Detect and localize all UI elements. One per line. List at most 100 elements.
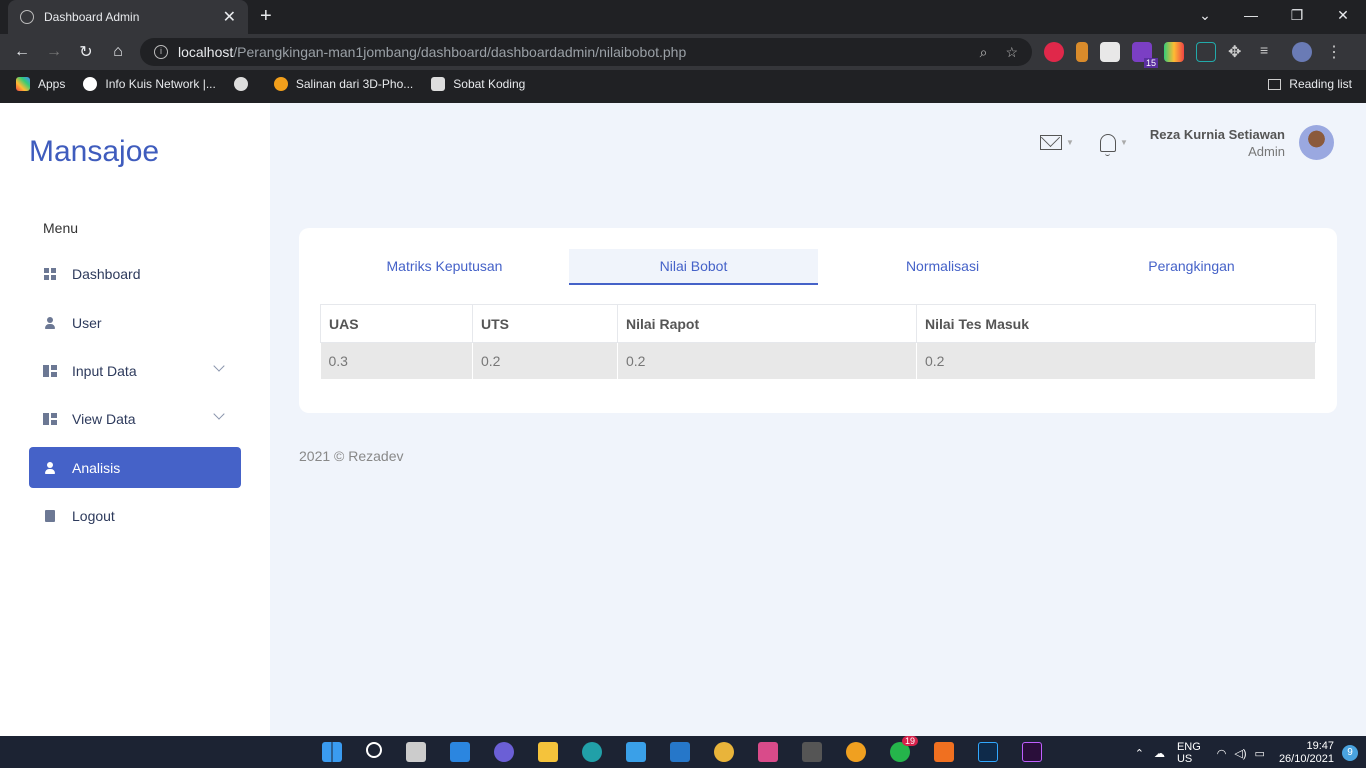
table-cell: 0.3	[320, 342, 473, 379]
wordpress-icon	[83, 77, 98, 91]
table-cell: 0.2	[472, 342, 618, 379]
extension-icon[interactable]	[1100, 42, 1120, 62]
url-path: /Perangkingan-man1jombang/dashboard/dash…	[233, 44, 687, 60]
taskbar-apps: 19	[322, 736, 1042, 762]
column-header: UAS	[320, 304, 473, 343]
brand-logo[interactable]: Mansajoe	[29, 135, 159, 169]
weights-table: UAS UTS Nilai Rapot Nilai Tes Masuk 0.3 …	[320, 304, 1316, 379]
search-icon[interactable]	[366, 742, 382, 758]
reading-list[interactable]: Reading list	[1268, 77, 1352, 91]
avatar[interactable]	[1299, 125, 1334, 160]
extension-icon[interactable]	[1076, 42, 1088, 62]
mail-icon[interactable]	[1040, 135, 1063, 150]
vscode-icon[interactable]	[670, 742, 690, 762]
globe-icon	[233, 77, 248, 91]
tab-matriks-keputusan[interactable]: Matriks Keputusan	[320, 249, 569, 285]
chrome-icon[interactable]	[714, 742, 734, 762]
grid-icon	[43, 267, 57, 281]
tab-nilai-bobot[interactable]: Nilai Bobot	[569, 249, 818, 285]
sidebar-item-user[interactable]: User	[29, 302, 241, 343]
bookmark-info-kuis[interactable]: Info Kuis Network |...	[83, 77, 216, 91]
chat-icon[interactable]	[494, 742, 514, 762]
file-explorer-icon[interactable]	[538, 742, 558, 762]
wifi-icon[interactable]: ◠	[1217, 747, 1227, 760]
window-controls: ⌄ — ❐ ✕	[1182, 0, 1366, 30]
clock[interactable]: 19:47 26/10/2021	[1279, 740, 1334, 766]
chevron-down-icon[interactable]: ▼	[1120, 138, 1128, 147]
xampp-icon[interactable]	[934, 742, 954, 762]
user-name: Reza Kurnia Setiawan	[1149, 126, 1285, 142]
browser-toolbar: ← → ↻ ⌂ i localhost/Perangkingan-man1jom…	[0, 34, 1366, 70]
dashboard-icon	[43, 364, 57, 378]
sidebar-item-input-data[interactable]: Input Data	[29, 350, 241, 391]
new-tab-button[interactable]: +	[260, 5, 272, 28]
store-icon[interactable]	[626, 742, 646, 762]
chevron-down-icon[interactable]: ▼	[1066, 138, 1074, 147]
media-icon[interactable]: ≡	[1260, 42, 1280, 62]
profile-avatar[interactable]	[1292, 42, 1312, 62]
browser-tab[interactable]: Dashboard Admin ✕	[8, 0, 248, 34]
bell-icon[interactable]	[1099, 133, 1116, 156]
back-button[interactable]: ←	[6, 43, 38, 61]
sidebar-item-label: Logout	[72, 507, 115, 524]
notification-badge[interactable]: 9	[1342, 745, 1358, 761]
sidebar-item-logout[interactable]: Logout	[29, 495, 241, 536]
whatsapp-icon[interactable]: 19	[890, 736, 918, 762]
sidebar: Mansajoe Menu Dashboard User Input Data …	[0, 103, 270, 736]
restore-button[interactable]: ❐	[1274, 0, 1320, 30]
column-header: Nilai Rapot	[617, 304, 917, 343]
tab-perangkingan[interactable]: Perangkingan	[1067, 249, 1316, 285]
close-window-button[interactable]: ✕	[1320, 0, 1366, 30]
network-status-icon[interactable]: ☁	[1154, 747, 1165, 760]
close-tab-icon[interactable]: ✕	[223, 7, 236, 27]
minimize-button[interactable]: —	[1228, 0, 1274, 30]
windows-start-icon[interactable]	[322, 742, 342, 762]
bookmark-apps[interactable]: Apps	[16, 77, 65, 91]
topbar-user-area: ▼ ▼ Reza Kurnia Setiawan Admin	[1040, 125, 1334, 160]
home-button[interactable]: ⌂	[102, 43, 134, 61]
premiere-icon[interactable]	[1022, 742, 1042, 762]
volume-icon[interactable]: ◁)	[1234, 747, 1246, 760]
reload-button[interactable]: ↻	[70, 42, 102, 62]
zoom-icon[interactable]: ⌕	[980, 44, 988, 61]
sidebar-item-label: Analisis	[72, 459, 121, 476]
table-row: 0.3 0.2 0.2 0.2	[320, 342, 1316, 379]
puzzle-icon[interactable]: ✥	[1228, 42, 1248, 62]
address-bar[interactable]: i localhost/Perangkingan-man1jombang/das…	[140, 38, 1032, 66]
widgets-icon[interactable]	[450, 742, 470, 762]
user-info[interactable]: Reza Kurnia Setiawan Admin	[1150, 127, 1285, 159]
app-icon[interactable]	[758, 742, 778, 762]
bookmark-sobat-koding[interactable]: Sobat Koding	[431, 77, 525, 91]
sidebar-item-dashboard[interactable]: Dashboard	[29, 253, 241, 294]
extensions: 15 ✥ ≡ ⋮	[1044, 42, 1344, 68]
forward-button[interactable]: →	[38, 43, 70, 61]
chevron-up-icon[interactable]: ⌃	[1135, 747, 1144, 760]
edge-icon[interactable]	[582, 742, 602, 762]
globe-icon	[20, 10, 34, 24]
column-header: Nilai Tes Masuk	[916, 304, 1316, 343]
play-icon[interactable]	[1164, 42, 1184, 62]
info-icon[interactable]: i	[154, 45, 168, 59]
photoshop-icon[interactable]	[978, 742, 998, 762]
adblock-icon[interactable]	[1044, 42, 1064, 62]
tab-title: Dashboard Admin	[44, 10, 140, 24]
bookmark-globe[interactable]	[233, 77, 256, 91]
language-indicator[interactable]: ENG US	[1177, 741, 1201, 765]
app-icon[interactable]	[846, 742, 866, 762]
app-icon[interactable]	[802, 742, 822, 762]
extension-icon[interactable]: 15	[1132, 42, 1158, 68]
user-icon	[43, 316, 57, 330]
bookmark-star-icon[interactable]: ☆	[1005, 44, 1018, 61]
extension-icon[interactable]	[1196, 42, 1216, 62]
sidebar-item-view-data[interactable]: View Data	[29, 398, 241, 439]
sidebar-item-analisis[interactable]: Analisis	[29, 447, 241, 488]
tab-normalisasi[interactable]: Normalisasi	[818, 249, 1067, 285]
bookmark-salinan[interactable]: Salinan dari 3D-Pho...	[273, 77, 413, 91]
menu-heading: Menu	[43, 220, 79, 236]
app-page: Mansajoe Menu Dashboard User Input Data …	[0, 103, 1366, 736]
menu-icon[interactable]: ⋮	[1324, 42, 1344, 62]
sobat-koding-icon	[431, 77, 446, 91]
task-view-icon[interactable]	[406, 742, 426, 762]
chevron-down-icon[interactable]: ⌄	[1182, 0, 1228, 30]
battery-icon[interactable]: ▭	[1255, 747, 1265, 760]
